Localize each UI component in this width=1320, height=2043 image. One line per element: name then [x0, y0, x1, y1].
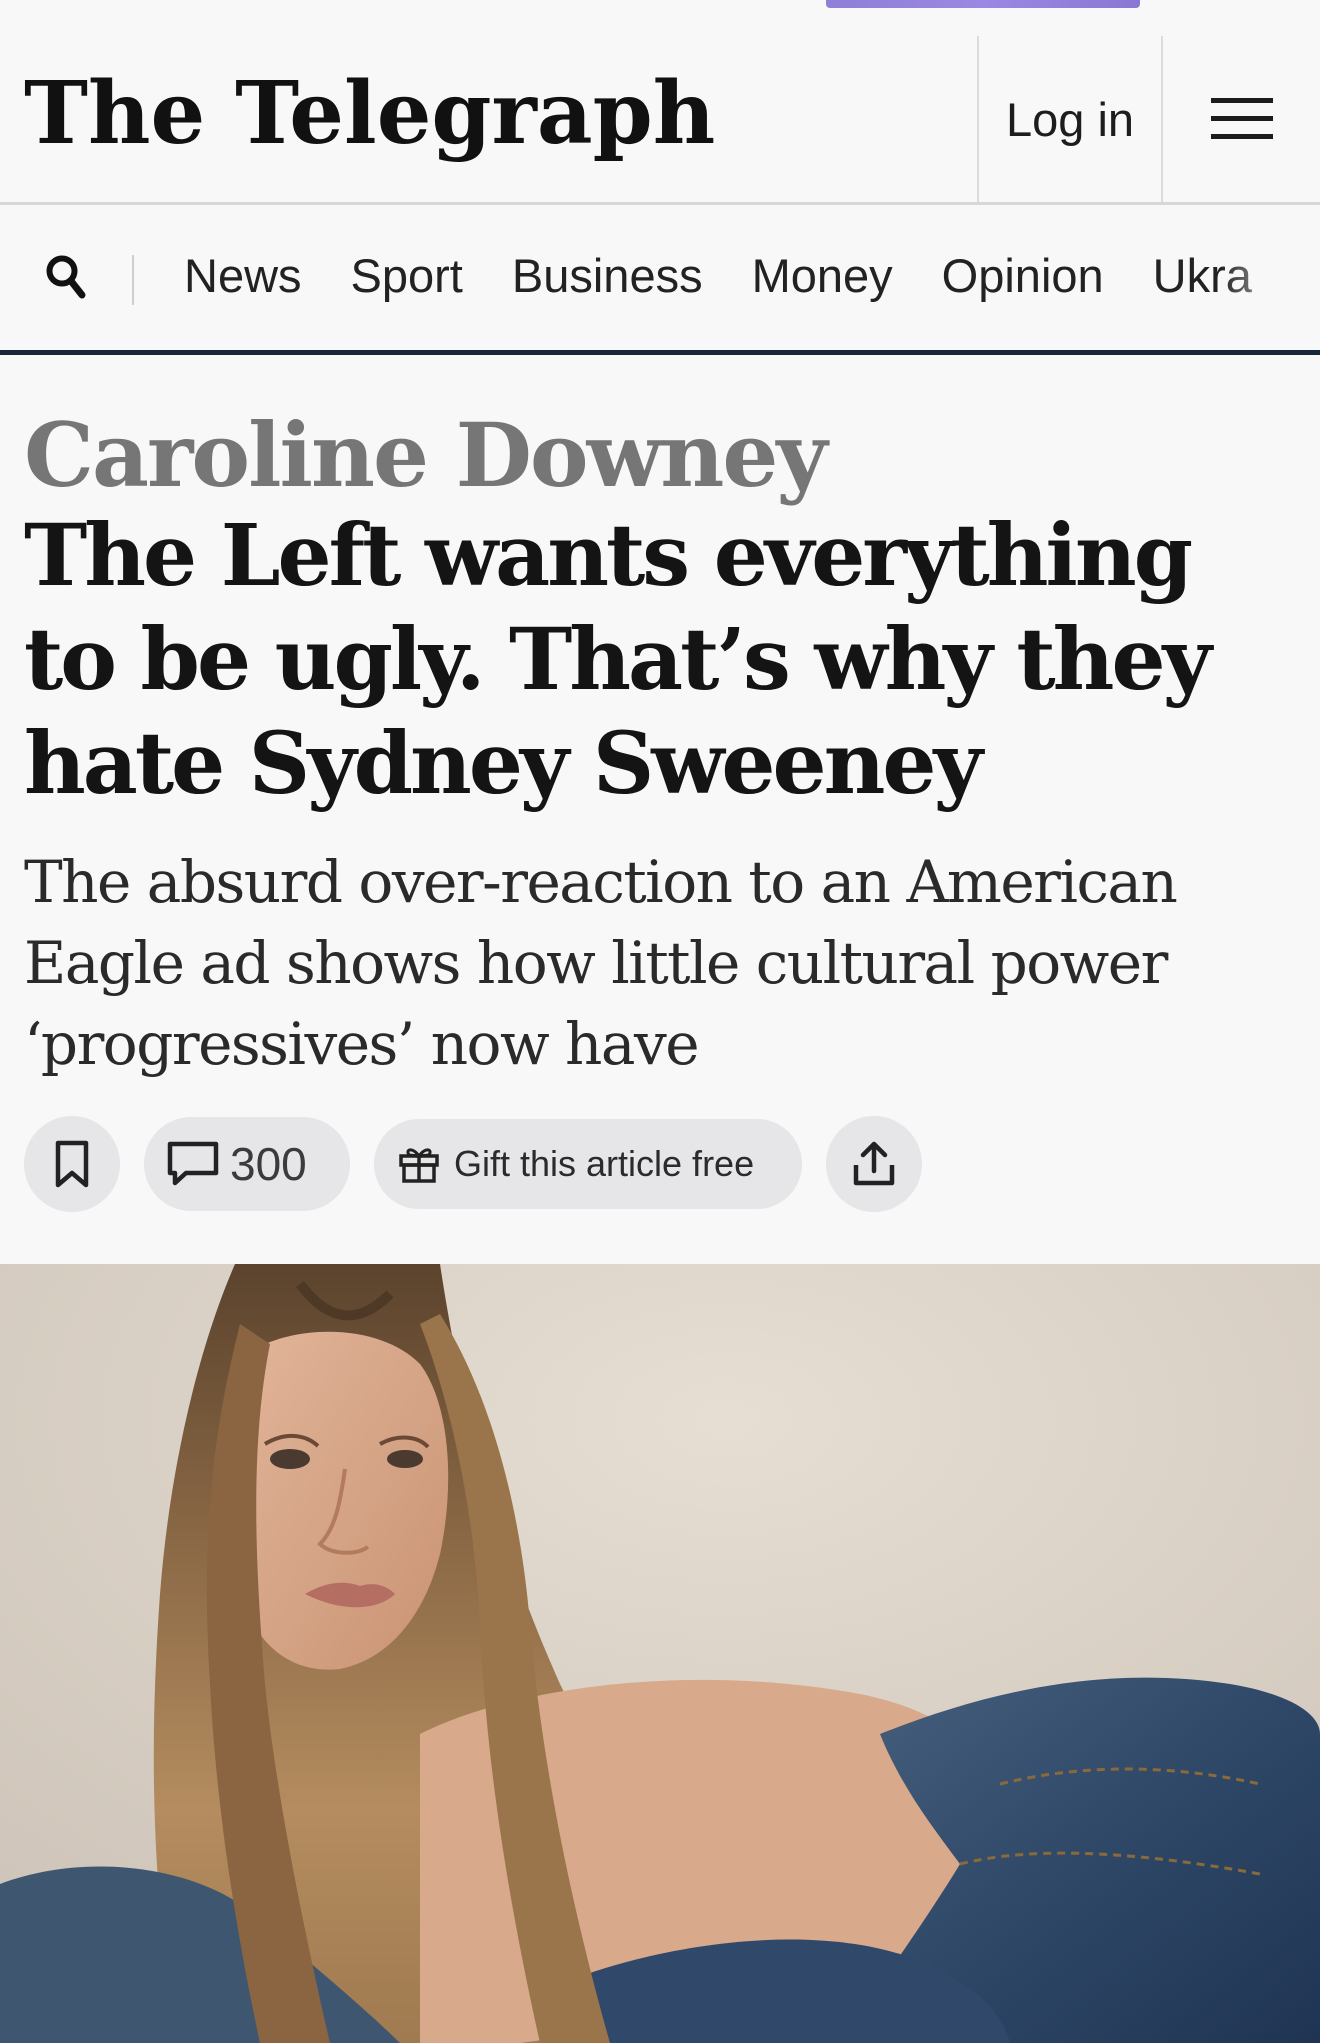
nav-item-money[interactable]: Money	[752, 248, 893, 303]
article-headline: The Left wants everything to be ugly. Th…	[24, 506, 1212, 814]
search-button[interactable]	[42, 249, 90, 305]
share-button[interactable]	[826, 1116, 922, 1212]
nav-divider	[132, 255, 134, 305]
share-icon	[853, 1141, 895, 1186]
logo-text: The Telegraph	[24, 62, 716, 164]
nav-item-business[interactable]: Business	[512, 248, 703, 303]
telegraph-logo[interactable]: The Telegraph	[24, 58, 715, 168]
search-icon	[46, 255, 86, 299]
gift-icon	[399, 1148, 439, 1183]
author-byline[interactable]: Caroline Downey	[24, 400, 1294, 510]
gift-article-button[interactable]: Gift this article free	[374, 1119, 802, 1209]
gift-article-label: Gift this article free	[454, 1143, 755, 1184]
hamburger-menu-icon	[1211, 98, 1273, 139]
article-actions: 300 Gift this article free	[24, 1116, 922, 1212]
nav-item-news[interactable]: News	[184, 248, 302, 303]
bookmark-button[interactable]	[24, 1116, 120, 1212]
nav-items: News Sport Business Money Opinion Ukra	[184, 205, 1252, 345]
article-standfirst: The absurd over-reaction to an American …	[24, 848, 1178, 1078]
comment-icon	[167, 1141, 219, 1186]
menu-button[interactable]	[1164, 36, 1320, 202]
nav-item-ukraine[interactable]: Ukra	[1153, 248, 1252, 303]
nav-item-sport[interactable]: Sport	[351, 248, 463, 303]
masthead: The Telegraph Log in	[0, 0, 1320, 205]
nav-item-opinion[interactable]: Opinion	[942, 248, 1104, 303]
hero-photo-illustration	[0, 1264, 1320, 2043]
comments-button[interactable]: 300	[144, 1117, 350, 1211]
bookmark-icon	[55, 1140, 89, 1188]
hero-image[interactable]	[0, 1264, 1320, 2043]
section-nav: News Sport Business Money Opinion Ukra	[0, 205, 1320, 355]
login-label: Log in	[1005, 92, 1135, 146]
comments-count: 300	[230, 1138, 307, 1190]
login-button[interactable]: Log in	[977, 36, 1163, 202]
